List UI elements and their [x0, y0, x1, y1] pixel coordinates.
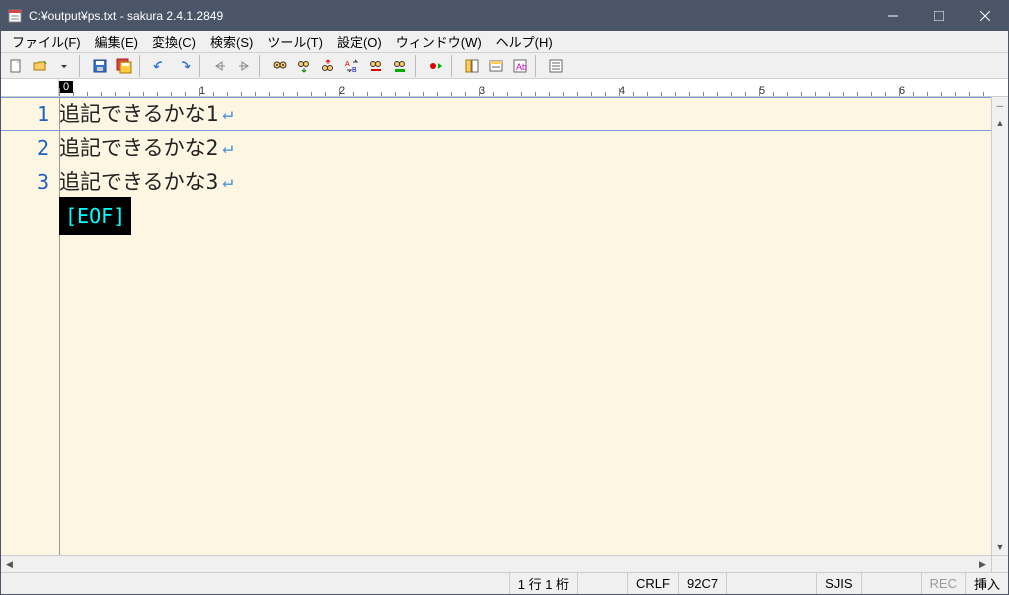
find-mark-button[interactable]: [365, 55, 387, 77]
window-title: C:¥output¥ps.txt - sakura 2.4.1.2849: [29, 9, 870, 23]
menu-edit[interactable]: 編集(E): [88, 30, 145, 53]
status-position: 1 行 1 桁: [509, 573, 577, 594]
window-controls: [870, 1, 1008, 31]
minimize-button[interactable]: [870, 1, 916, 31]
find-button[interactable]: [269, 55, 291, 77]
line-text: 追記できるかな2: [59, 131, 218, 165]
scroll-down-button[interactable]: ▼: [992, 538, 1008, 555]
ruler-zero: 0: [59, 81, 73, 93]
scroll-corner: [991, 556, 1008, 572]
status-empty: [577, 573, 627, 594]
menu-search[interactable]: 検索(S): [203, 30, 260, 53]
status-charcode: 92C7: [678, 573, 726, 594]
crlf-icon: ↵: [222, 165, 233, 199]
replace-button[interactable]: AB: [341, 55, 363, 77]
svg-text:Ab: Ab: [516, 62, 527, 72]
text-line[interactable]: 追記できるかな2↵: [59, 131, 991, 165]
typeset-button[interactable]: Ab: [509, 55, 531, 77]
undo-button[interactable]: [149, 55, 171, 77]
svg-text:B: B: [352, 67, 357, 74]
toolbar: AB Ab: [1, 53, 1008, 79]
status-eol: CRLF: [627, 573, 678, 594]
horizontal-scrollbar[interactable]: ◀ ▶: [1, 555, 1008, 572]
svg-text:A: A: [345, 61, 350, 68]
menu-file[interactable]: ファイル(F): [5, 30, 88, 53]
menu-help[interactable]: ヘルプ(H): [489, 30, 560, 53]
line-number: 1: [1, 97, 49, 131]
scroll-split-button[interactable]: ─: [992, 97, 1008, 114]
text-line[interactable]: 追記できるかな3↵: [59, 165, 991, 199]
toolbar-separator: [535, 55, 541, 77]
nav-forward-button[interactable]: [233, 55, 255, 77]
find-next-button[interactable]: [293, 55, 315, 77]
editor-area: 1 2 3 追記できるかな1↵ 追記できるかな2↵ 追記できるかな3↵ [EOF…: [1, 97, 1008, 555]
properties-button[interactable]: [545, 55, 567, 77]
line-number: 2: [1, 131, 49, 165]
redo-button[interactable]: [173, 55, 195, 77]
scroll-track[interactable]: [992, 131, 1008, 538]
toolbar-separator: [79, 55, 85, 77]
nav-back-button[interactable]: [209, 55, 231, 77]
maximize-button[interactable]: [916, 1, 962, 31]
vertical-scrollbar[interactable]: ─ ▲ ▼: [991, 97, 1008, 555]
menu-convert[interactable]: 変換(C): [145, 30, 203, 53]
record-button[interactable]: [425, 55, 447, 77]
status-empty3: [861, 573, 921, 594]
ruler-scale: 0 1 2 3 4 5 6: [59, 79, 991, 96]
eof-marker: [EOF]: [59, 197, 131, 235]
toolbar-separator: [199, 55, 205, 77]
app-window: C:¥output¥ps.txt - sakura 2.4.1.2849 ファイ…: [0, 0, 1009, 595]
find-prev-button[interactable]: [317, 55, 339, 77]
text-editor[interactable]: 追記できるかな1↵ 追記できるかな2↵ 追記できるかな3↵ [EOF]: [59, 97, 991, 555]
menubar: ファイル(F) 編集(E) 変換(C) 検索(S) ツール(T) 設定(O) ウ…: [1, 31, 1008, 53]
hscroll-track[interactable]: [18, 556, 974, 572]
crlf-icon: ↵: [222, 131, 233, 165]
line-number-empty: [1, 199, 49, 233]
open-dropdown-button[interactable]: [53, 55, 75, 77]
toolbar-separator: [451, 55, 457, 77]
line-number: 3: [1, 165, 49, 199]
status-encoding: SJIS: [816, 573, 860, 594]
open-file-button[interactable]: [29, 55, 51, 77]
scroll-right-button[interactable]: ▶: [974, 556, 991, 572]
menu-window[interactable]: ウィンドウ(W): [389, 30, 489, 53]
new-file-button[interactable]: [5, 55, 27, 77]
scroll-left-button[interactable]: ◀: [1, 556, 18, 572]
ruler-gutter: [1, 79, 59, 96]
close-button[interactable]: [962, 1, 1008, 31]
line-text: 追記できるかな1: [59, 97, 218, 131]
line-text: 追記できるかな3: [59, 165, 218, 199]
statusbar: 1 行 1 桁 CRLF 92C7 SJIS REC 挿入: [1, 572, 1008, 594]
scroll-up-button[interactable]: ▲: [992, 114, 1008, 131]
status-rec: REC: [921, 573, 965, 594]
menu-tools[interactable]: ツール(T): [260, 30, 330, 53]
titlebar: C:¥output¥ps.txt - sakura 2.4.1.2849: [1, 1, 1008, 31]
status-empty2: [726, 573, 816, 594]
status-insert-mode: 挿入: [965, 573, 1008, 594]
ruler-corner: [991, 79, 1008, 96]
crlf-icon: ↵: [222, 97, 233, 131]
toolbar-separator: [415, 55, 421, 77]
menu-settings[interactable]: 設定(O): [330, 30, 389, 53]
save-button[interactable]: [89, 55, 111, 77]
eof-line: [EOF]: [59, 199, 991, 233]
grep-button[interactable]: [389, 55, 411, 77]
outline-button[interactable]: [461, 55, 483, 77]
text-line[interactable]: 追記できるかな1↵: [59, 97, 991, 131]
app-icon: [7, 8, 23, 24]
toolbar-separator: [259, 55, 265, 77]
ruler: 0 1 2 3 4 5 6: [1, 79, 1008, 97]
toolbar-separator: [139, 55, 145, 77]
save-all-button[interactable]: [113, 55, 135, 77]
line-number-gutter: 1 2 3: [1, 97, 59, 555]
window-list-button[interactable]: [485, 55, 507, 77]
